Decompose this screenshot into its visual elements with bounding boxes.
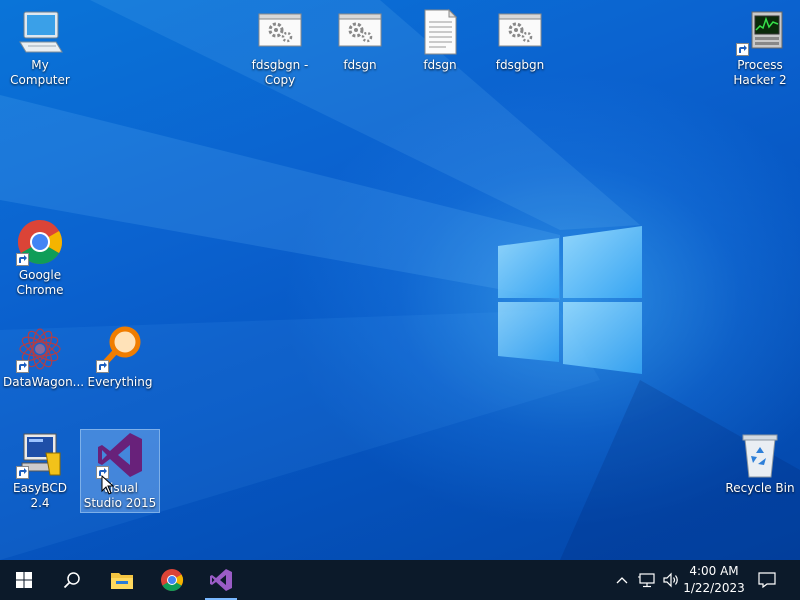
taskbar: 4:00 AM 1/22/2023 [0, 560, 800, 600]
icon-label: fdsgbgn - Copy [251, 58, 309, 87]
desktop-icon-fdsgn-1[interactable]: fdsgn [321, 8, 399, 73]
network-tray-button[interactable] [636, 560, 658, 600]
desktop-icon-google-chrome[interactable]: Google Chrome [1, 218, 79, 298]
clock-date: 1/22/2023 [683, 581, 745, 595]
recycle-bin-icon [736, 431, 784, 479]
file-explorer-icon [111, 573, 133, 589]
shortcut-arrow-icon [16, 253, 29, 266]
datawagon-icon [16, 325, 64, 373]
windows-logo-wallpaper [498, 226, 642, 374]
icon-label: Process Hacker 2 [733, 58, 787, 87]
desktop-icon-my-computer[interactable]: My Computer [1, 8, 79, 88]
process-hacker-icon [736, 8, 784, 56]
icon-label: Recycle Bin [725, 481, 795, 495]
icon-label: My Computer [10, 58, 70, 87]
shortcut-arrow-icon [16, 360, 29, 373]
icon-label: fdsgbgn [495, 58, 545, 72]
everything-search-icon [96, 325, 144, 373]
chevron-up-icon [616, 577, 628, 584]
taskbar-file-explorer[interactable] [98, 560, 146, 600]
icon-label: Visual Studio 2015 [83, 481, 157, 510]
search-button[interactable] [48, 560, 96, 600]
settings-file-icon [256, 8, 304, 56]
start-button[interactable] [0, 560, 48, 600]
settings-file-icon [496, 8, 544, 56]
text-document-icon [416, 8, 464, 56]
shortcut-arrow-icon [96, 360, 109, 373]
icon-label: Everything [87, 375, 153, 389]
desktop-icon-easybcd[interactable]: EasyBCD 2.4 [1, 431, 79, 511]
network-icon [638, 573, 655, 588]
computer-icon [16, 8, 64, 56]
icon-label: DataWagon... [3, 375, 85, 389]
desktop-icon-fdsgn-2[interactable]: fdsgn [401, 8, 479, 73]
desktop-icon-recycle-bin[interactable]: Recycle Bin [721, 431, 799, 496]
settings-file-icon [336, 8, 384, 56]
desktop-icon-fdsgbgn[interactable]: fdsgbgn [481, 8, 559, 73]
visual-studio-icon [210, 569, 232, 591]
shortcut-arrow-icon [736, 43, 749, 56]
visual-studio-icon [96, 431, 144, 479]
shortcut-arrow-icon [16, 466, 29, 479]
show-hidden-icons-button[interactable] [612, 560, 632, 600]
action-center-icon [758, 572, 776, 588]
taskbar-clock[interactable]: 4:00 AM 1/22/2023 [676, 563, 752, 597]
icon-label: Google Chrome [16, 268, 64, 297]
desktop[interactable]: My Computer fdsgbgn - Copy fdsgn fdsgn f… [0, 0, 800, 560]
start-icon [16, 572, 32, 588]
desktop-icon-process-hacker[interactable]: Process Hacker 2 [721, 8, 799, 88]
search-icon [63, 572, 80, 589]
taskbar-chrome[interactable] [148, 560, 196, 600]
icon-label: fdsgn [423, 58, 457, 72]
mouse-cursor-icon [101, 475, 115, 495]
desktop-icon-datawagon[interactable]: DataWagon... [1, 325, 85, 390]
action-center-button[interactable] [752, 560, 782, 600]
icon-label: EasyBCD 2.4 [13, 481, 67, 510]
chrome-icon [161, 569, 183, 591]
taskbar-visual-studio[interactable] [197, 560, 245, 600]
chrome-icon [16, 218, 64, 266]
desktop-icon-fdsgbgn-copy[interactable]: fdsgbgn - Copy [241, 8, 319, 88]
desktop-icon-visual-studio[interactable]: Visual Studio 2015 [80, 429, 160, 513]
clock-time: 4:00 AM [689, 564, 739, 578]
icon-label: fdsgn [343, 58, 377, 72]
easybcd-icon [16, 431, 64, 479]
desktop-icon-everything[interactable]: Everything [81, 325, 159, 390]
